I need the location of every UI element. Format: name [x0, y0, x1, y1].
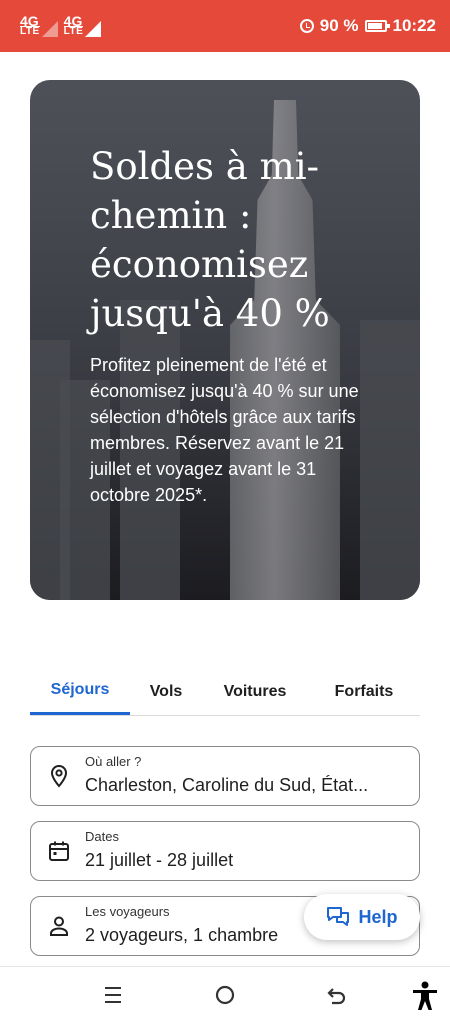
- network-label-1: 4G: [20, 12, 39, 29]
- tab-forfaits[interactable]: Forfaits: [308, 668, 420, 715]
- hero-banner[interactable]: Soldes à mi-chemin : économisez jusqu'à …: [30, 80, 420, 600]
- hero-body: Profitez pleinement de l'été et économis…: [90, 355, 359, 505]
- back-icon[interactable]: [325, 983, 349, 1007]
- travelers-label: Les voyageurs: [85, 904, 170, 919]
- accessibility-icon[interactable]: [411, 981, 439, 1011]
- status-right: 90 % 10:22: [299, 16, 436, 36]
- dates-value: 21 juillet - 28 juillet: [85, 850, 234, 870]
- dates-field[interactable]: Dates 21 juillet - 28 juillet: [30, 821, 420, 881]
- system-nav-bar: [0, 966, 450, 1025]
- battery-percent: 90 %: [319, 16, 359, 35]
- chat-icon: [327, 907, 350, 926]
- status-bar: 4G LTE 4G LTE 90 % 10:22: [0, 0, 450, 52]
- battery-icon: [364, 20, 390, 32]
- location-pin-icon: [50, 764, 68, 788]
- tab-voitures[interactable]: Voitures: [202, 668, 308, 715]
- network-sub-2: LTE: [63, 25, 84, 37]
- recent-apps-icon[interactable]: [102, 983, 124, 1007]
- dates-label: Dates: [85, 829, 119, 844]
- signal-2: 4G LTE: [63, 12, 102, 37]
- network-sub-1: LTE: [20, 25, 40, 37]
- signal-strength-icon: [85, 20, 102, 37]
- tab-vols[interactable]: Vols: [130, 668, 202, 715]
- person-icon: [50, 916, 68, 936]
- home-icon[interactable]: [213, 983, 237, 1007]
- travelers-value: 2 voyageurs, 1 chambre: [85, 925, 279, 945]
- clock: 10:22: [392, 16, 436, 35]
- skyline-building: [360, 320, 420, 600]
- network-type-2: 4G LTE: [63, 12, 84, 37]
- help-label: Help: [358, 906, 398, 927]
- signal-group: 4G LTE 4G LTE: [20, 12, 102, 37]
- network-type-1: 4G LTE: [20, 12, 40, 37]
- destination-value: Charleston, Caroline du Sud, État...: [85, 775, 369, 795]
- alarm-icon: [299, 19, 314, 33]
- signal-strength-icon: [41, 20, 58, 37]
- destination-field[interactable]: Où aller ? Charleston, Caroline du Sud, …: [30, 746, 420, 806]
- tab-sejours[interactable]: Séjours: [30, 668, 130, 715]
- hero-title: Soldes à mi-chemin : économisez jusqu'à …: [90, 145, 330, 335]
- help-button[interactable]: Help: [304, 894, 420, 940]
- signal-1: 4G LTE: [20, 12, 58, 37]
- destination-label: Où aller ?: [85, 754, 142, 769]
- battery-fill: [367, 23, 382, 29]
- search-tabs: Séjours Vols Voitures Forfaits: [30, 668, 420, 716]
- network-label-2: 4G: [63, 12, 83, 29]
- calendar-icon: [49, 841, 69, 861]
